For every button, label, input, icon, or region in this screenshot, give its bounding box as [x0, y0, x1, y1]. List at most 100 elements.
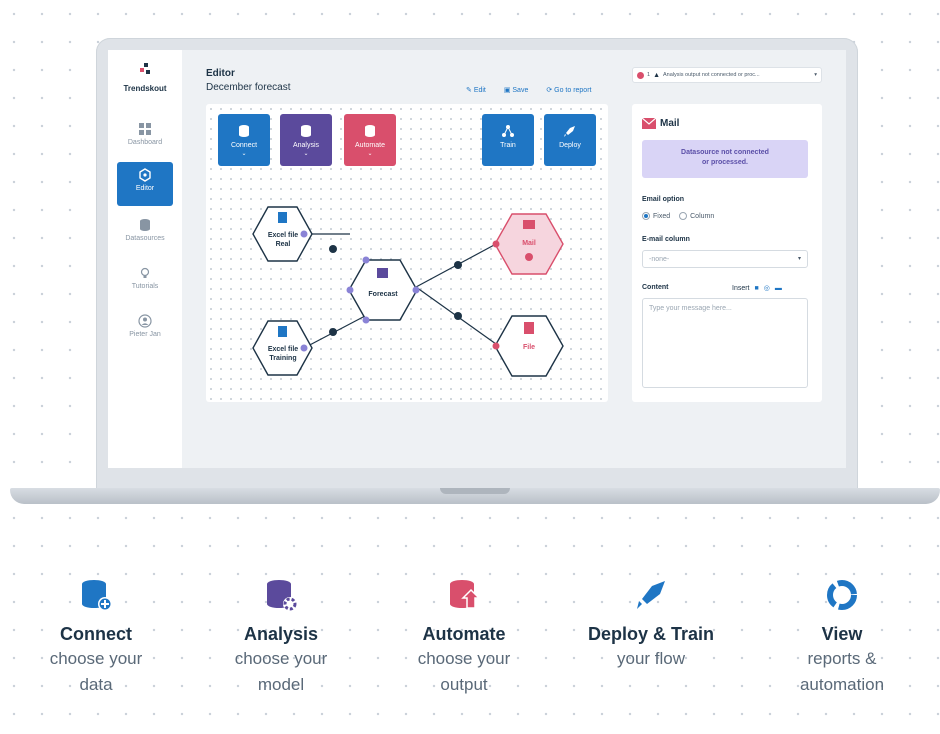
node-label: Real — [276, 241, 291, 248]
page-title: Editor — [206, 68, 235, 79]
email-option-label: Email option — [642, 196, 684, 203]
feature-view: View reports & automation — [752, 578, 932, 698]
header-actions: ✎ Edit ▣ Save ⟳ Go to report — [466, 86, 607, 94]
flow-name: December forecast — [206, 82, 291, 93]
email-column-select[interactable]: -none- ▾ — [642, 250, 808, 268]
port-dot[interactable] — [492, 240, 500, 248]
save-label: Save — [512, 87, 529, 94]
radio-fixed-label: Fixed — [653, 212, 671, 220]
warning-icon: ▲ — [653, 71, 660, 79]
email-column-label: E-mail column — [642, 236, 690, 243]
sidebar-item-label: Editor — [135, 185, 155, 192]
chevron-down-icon: ▾ — [797, 256, 801, 262]
node-file[interactable]: File — [492, 315, 564, 377]
database-settings-icon — [267, 580, 297, 611]
alert-text: Analysis output not connected or proc... — [663, 72, 760, 78]
save-button[interactable]: ▣ Save — [504, 87, 537, 94]
sidebar-item-datasources[interactable]: Datasources — [117, 212, 173, 256]
node-label: Training — [269, 355, 296, 362]
chart-ring-icon — [827, 580, 857, 610]
port-dot[interactable] — [362, 256, 370, 264]
datasource-warning-line: or processed. — [702, 159, 748, 166]
content-label: Content — [642, 284, 669, 291]
content-textarea[interactable]: Type your message here... — [642, 298, 808, 388]
feature-automate: Automate choose your output — [374, 578, 554, 698]
insert-variable-icon[interactable]: ◎ — [764, 284, 770, 292]
feature-title: View — [821, 624, 863, 644]
datasource-warning: Datasource not connected or processed. — [642, 140, 808, 178]
feature-desc: reports & automation — [799, 649, 885, 694]
node-label: Mail — [522, 240, 536, 247]
mail-icon — [642, 118, 656, 129]
connector-dot[interactable] — [329, 328, 337, 336]
lightbulb-icon — [140, 267, 150, 278]
node-excel-training[interactable]: Excel file Training — [252, 320, 313, 376]
node-mail[interactable]: Mail — [492, 213, 564, 275]
error-icon — [637, 71, 644, 79]
file-icon — [524, 322, 534, 334]
flow-canvas[interactable]: Connect ⌄ Analysis ⌄ Automate ⌄ Train De… — [206, 104, 608, 402]
database-export-icon — [450, 580, 481, 609]
chart-icon — [377, 268, 388, 278]
laptop-notch — [440, 488, 510, 494]
chevron-down-icon: ▾ — [814, 72, 817, 78]
panel-title: Mail — [660, 118, 680, 129]
go-to-report-button[interactable]: ⟳ Go to report — [546, 87, 599, 94]
node-label: Forecast — [368, 291, 398, 298]
insert-toolbar: Insert ■ ◎ ▬ — [732, 284, 782, 293]
radio-column[interactable] — [679, 212, 688, 220]
flow-graph: Excel file Real Excel file Training Fore… — [252, 206, 564, 377]
radio-fixed[interactable] — [642, 212, 650, 220]
feature-analysis: Analysis choose your model — [191, 578, 371, 698]
database-add-icon — [82, 580, 112, 611]
editor-icon — [139, 168, 151, 182]
port-dot[interactable] — [492, 342, 500, 350]
properties-panel: Mail Datasource not connected or process… — [632, 104, 822, 402]
node-excel-real[interactable]: Excel file Real — [252, 206, 313, 262]
sidebar-item-dashboard[interactable]: Dashboard — [117, 116, 173, 160]
rocket-icon — [637, 581, 665, 609]
datasource-warning-line: Datasource not connected — [681, 149, 769, 156]
node-forecast[interactable]: Forecast — [346, 256, 420, 324]
insert-file-icon[interactable]: ■ — [755, 285, 759, 292]
feature-desc: choose your output — [417, 649, 511, 694]
sidebar-item-label: Tutorials — [131, 283, 159, 290]
connector-dot[interactable] — [454, 261, 462, 269]
feature-title: Connect — [60, 624, 132, 644]
mail-icon — [523, 220, 535, 229]
feature-title: Automate — [422, 624, 506, 644]
app-screen: Trendskout Dashboard Editor Datasources — [108, 50, 846, 468]
sidebar-item-editor[interactable]: Editor — [117, 162, 173, 206]
port-dot[interactable] — [412, 286, 420, 294]
connector-dot[interactable] — [329, 245, 337, 253]
remove-icon[interactable] — [525, 253, 533, 261]
port-dot[interactable] — [362, 316, 370, 324]
sidebar-item-label: Dashboard — [127, 139, 163, 146]
port-dot[interactable] — [300, 230, 308, 238]
sidebar-item-user[interactable]: Pieter Jan — [117, 308, 173, 352]
brand-name: Trendskout — [123, 84, 167, 93]
email-column-value: -none- — [649, 256, 670, 263]
port-dot[interactable] — [346, 286, 354, 294]
dashboard-icon — [139, 123, 151, 135]
edit-label: Edit — [473, 87, 486, 94]
port-dot[interactable] — [300, 344, 308, 352]
alert-count: 1 — [647, 72, 651, 78]
content-placeholder: Type your message here... — [649, 305, 732, 312]
alert-dropdown[interactable]: 1 ▲ Analysis output not connected or pro… — [632, 67, 822, 83]
feature-desc: your flow — [616, 649, 686, 668]
email-option-group: Fixed Column — [642, 212, 714, 220]
file-icon — [278, 212, 287, 223]
insert-label: Insert — [732, 284, 750, 292]
sidebar-item-tutorials[interactable]: Tutorials — [117, 260, 173, 304]
connector-dot[interactable] — [454, 312, 462, 320]
edit-button[interactable]: ✎ Edit — [466, 87, 494, 94]
feature-desc: choose your data — [49, 649, 143, 694]
feature-title: Deploy & Train — [587, 624, 715, 644]
trendskout-logo-icon — [140, 63, 150, 74]
feature-connect: Connect choose your data — [6, 578, 186, 698]
report-label: Go to report — [554, 87, 592, 94]
database-icon — [140, 219, 150, 231]
insert-folder-icon[interactable]: ▬ — [775, 285, 782, 292]
sidebar: Trendskout Dashboard Editor Datasources — [108, 50, 182, 468]
